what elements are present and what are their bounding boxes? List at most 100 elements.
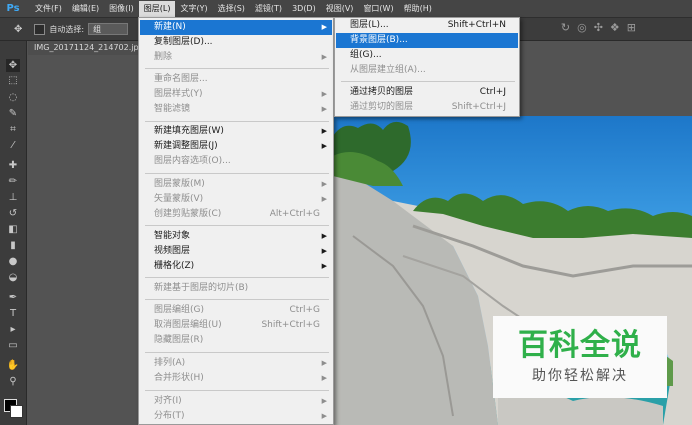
menu-separator [145, 390, 329, 391]
menu-item-hide-layers[interactable]: 隐藏图层(R) [140, 333, 332, 348]
menu-item-arrange[interactable]: 排列(A) ▶ [140, 356, 332, 371]
menu-item-new-fill-layer[interactable]: 新建填充图层(W) ▶ [140, 124, 332, 139]
submenu-item-new-layer[interactable]: 图层(L)... Shift+Ctrl+N [336, 18, 518, 33]
path-selection-tool-icon[interactable]: ▸ [6, 323, 20, 336]
menu-separator [145, 68, 329, 69]
menu-item-align[interactable]: 对齐(I) ▶ [140, 394, 332, 409]
menu-item-label: 通过拷贝的图层 [350, 87, 414, 97]
menu-item-label: 合并形状(H) [154, 373, 204, 383]
menu-item-video-layers[interactable]: 视频图层 ▶ [140, 244, 332, 259]
menu-separator [145, 173, 329, 174]
eyedropper-tool-icon[interactable]: ⁄ [6, 139, 20, 152]
document-tab[interactable]: IMG_20171124_214702.jpg [28, 41, 146, 55]
menu-item-distribute[interactable]: 分布(T) ▶ [140, 409, 332, 424]
healing-brush-tool-icon[interactable]: ✚ [6, 159, 20, 172]
menu-item-label: 通过剪切的图层 [350, 102, 414, 112]
move-tool-icon[interactable]: ✥ [6, 59, 20, 72]
menu-item-label: 复制图层(D)... [154, 37, 213, 47]
menu-type[interactable]: 文字(Y) [175, 1, 212, 17]
auto-select-dropdown[interactable]: 组 [88, 23, 129, 35]
menu-item-new-layer-based-slice[interactable]: 新建基于图层的切片(B) [140, 281, 332, 296]
dodge-tool-icon[interactable]: ◒ [6, 271, 20, 284]
menu-item-shortcut: Shift+Ctrl+N [447, 20, 506, 30]
submenu-item-layer-via-copy[interactable]: 通过拷贝的图层 Ctrl+J [336, 85, 518, 100]
submenu-arrow-icon: ▶ [321, 232, 327, 240]
submenu-item-layer-via-cut[interactable]: 通过剪切的图层 Shift+Ctrl+J [336, 100, 518, 115]
3d-rotate-icon[interactable]: ↻ [561, 21, 570, 34]
type-tool-icon[interactable]: T [6, 307, 20, 320]
shape-tool-icon[interactable]: ▭ [6, 339, 20, 352]
new-submenu-dropdown: 图层(L)... Shift+Ctrl+N 背景图层(B)... 组(G)...… [334, 17, 520, 117]
menu-layer[interactable]: 图层(L) [138, 0, 176, 17]
eraser-tool-icon[interactable]: ◧ [6, 223, 20, 236]
gradient-tool-icon[interactable]: ▮ [6, 239, 20, 252]
photoshop-logo: Ps [6, 3, 20, 14]
marquee-tool-icon[interactable]: ⬚ [6, 74, 20, 87]
clone-stamp-tool-icon[interactable]: ⊥ [6, 191, 20, 204]
menu-item-ungroup-layers[interactable]: 取消图层编组(U) Shift+Ctrl+G [140, 318, 332, 333]
menu-item-label: 图层(L)... [350, 20, 389, 30]
crop-tool-icon[interactable]: ⌗ [6, 123, 20, 136]
3d-scale-icon[interactable]: ⊞ [627, 21, 636, 34]
3d-pan-icon[interactable]: ✣ [594, 21, 603, 34]
submenu-arrow-icon: ▶ [321, 397, 327, 405]
menu-item-label: 栅格化(Z) [154, 261, 195, 271]
menu-file[interactable]: 文件(F) [30, 1, 67, 17]
3d-mode-icons: ↻ ◎ ✣ ❖ ⊞ [561, 21, 636, 34]
menu-select[interactable]: 选择(S) [213, 1, 250, 17]
menu-item-delete[interactable]: 删除 ▶ [140, 50, 332, 65]
submenu-item-group[interactable]: 组(G)... [336, 48, 518, 63]
menu-item-group-layers[interactable]: 图层编组(G) Ctrl+G [140, 303, 332, 318]
menu-item-smart-object[interactable]: 智能对象 ▶ [140, 229, 332, 244]
menu-item-duplicate-layer[interactable]: 复制图层(D)... [140, 35, 332, 50]
menu-window[interactable]: 窗口(W) [358, 1, 398, 17]
menu-edit[interactable]: 编辑(E) [67, 1, 104, 17]
lasso-tool-icon[interactable]: ◌ [6, 91, 20, 104]
auto-select-checkbox[interactable] [34, 23, 46, 35]
menu-item-label: 取消图层编组(U) [154, 320, 222, 330]
menu-item-label: 隐藏图层(R) [154, 335, 204, 345]
watermark-logo: 百科全说 助你轻松解决 [493, 316, 667, 398]
submenu-arrow-icon: ▶ [321, 412, 327, 420]
menu-help[interactable]: 帮助(H) [399, 1, 437, 17]
menu-item-layer-mask[interactable]: 图层蒙版(M) ▶ [140, 177, 332, 192]
menu-item-new[interactable]: 新建(N) ▶ [140, 20, 332, 35]
menu-item-new-adjustment-layer[interactable]: 新建调整图层(J) ▶ [140, 139, 332, 154]
3d-slide-icon[interactable]: ❖ [610, 21, 620, 34]
zoom-tool-icon[interactable]: ⚲ [6, 375, 20, 388]
menu-3d[interactable]: 3D(D) [287, 1, 321, 17]
brush-tool-icon[interactable]: ✏ [6, 175, 20, 188]
menu-item-smart-filter[interactable]: 智能滤镜 ▶ [140, 102, 332, 117]
menu-item-shortcut: Shift+Ctrl+J [451, 102, 506, 112]
auto-select-label: 自动选择: [49, 24, 85, 34]
submenu-arrow-icon: ▶ [321, 90, 327, 98]
pen-tool-icon[interactable]: ✒ [6, 291, 20, 304]
menu-filter[interactable]: 滤镜(T) [250, 1, 287, 17]
3d-roll-icon[interactable]: ◎ [577, 21, 587, 34]
submenu-item-background-layer[interactable]: 背景图层(B)... [336, 33, 518, 48]
menu-item-label: 矢量蒙版(V) [154, 194, 204, 204]
menu-item-shortcut: Alt+Ctrl+G [269, 209, 320, 219]
blur-tool-icon[interactable]: ● [6, 255, 20, 268]
menu-item-label: 新建填充图层(W) [154, 126, 224, 136]
menu-item-vector-mask[interactable]: 矢量蒙版(V) ▶ [140, 192, 332, 207]
background-color-swatch[interactable] [10, 405, 23, 418]
quick-select-tool-icon[interactable]: ✎ [6, 107, 20, 120]
history-brush-tool-icon[interactable]: ↺ [6, 207, 20, 220]
menu-item-shortcut: Ctrl+J [479, 87, 506, 97]
menu-item-create-clipping-mask[interactable]: 创建剪贴蒙版(C) Alt+Ctrl+G [140, 207, 332, 222]
menu-item-label: 排列(A) [154, 358, 186, 368]
submenu-item-group-from-layers[interactable]: 从图层建立组(A)... [336, 63, 518, 78]
menu-item-layer-style[interactable]: 图层样式(Y) ▶ [140, 87, 332, 102]
menu-item-label: 组(G)... [350, 50, 382, 60]
menu-item-rasterize[interactable]: 栅格化(Z) ▶ [140, 259, 332, 274]
submenu-arrow-icon: ▶ [321, 53, 327, 61]
menu-item-combine-shapes[interactable]: 合并形状(H) ▶ [140, 371, 332, 386]
menu-image[interactable]: 图像(I) [104, 1, 139, 17]
menu-item-rename-layer[interactable]: 重命名图层... [140, 72, 332, 87]
hand-tool-icon[interactable]: ✋ [6, 359, 20, 372]
menu-item-label: 新建调整图层(J) [154, 141, 218, 151]
move-tool-icon[interactable]: ✥ [14, 24, 22, 35]
menu-item-layer-content-options[interactable]: 图层内容选项(O)... [140, 154, 332, 169]
menu-view[interactable]: 视图(V) [321, 1, 359, 17]
